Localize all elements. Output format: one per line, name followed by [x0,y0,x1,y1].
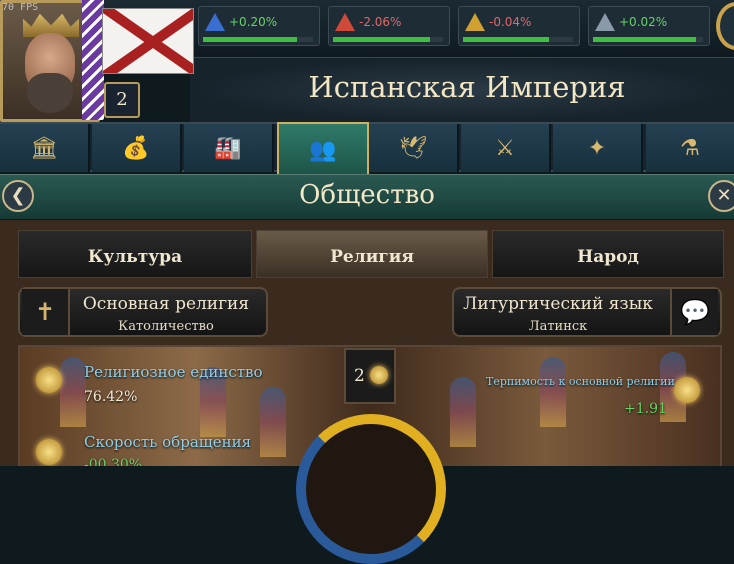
tab-economy[interactable]: 💰 [92,124,182,172]
holy-site-icon [370,366,388,384]
blue-pyramid-icon [205,13,225,31]
gold-pyramid-icon [465,13,485,31]
speech-bubble-icon: 💬 [670,289,718,335]
main-religion-value: Католичество [118,319,214,334]
chevron-left-icon: ❮ [10,185,26,206]
stained-glass-window [60,357,86,427]
military-icon: ⚔ [495,135,515,161]
tab-diplomacy[interactable]: 🕊 [369,124,459,172]
close-button[interactable]: ✕ [708,180,734,212]
country-name: Испанская Империя [308,70,626,104]
production-icon: 🏭 [214,135,242,161]
society-subtabs: Культура Религия Народ [18,230,724,278]
fps-counter: 70 FPS [2,2,39,13]
stat-widget-1[interactable]: +0.20% [198,6,320,46]
stat-widget-2[interactable]: -2.06% [328,6,450,46]
stained-glass-window [260,387,286,457]
conversion-speed-icon [36,439,62,465]
tab-religion[interactable]: Религия [256,230,488,278]
diplomacy-icon: 🕊 [399,135,427,161]
tab-exploration[interactable]: ✦ [553,124,643,172]
stat-progress-bar [593,37,703,42]
religious-unity-label: Религиозное единство [84,363,263,381]
royal-banner-decoration [82,0,104,120]
section-title: Общество [299,180,435,210]
ruler-beard [27,73,73,113]
stained-glass-window [450,377,476,447]
close-icon: ✕ [716,185,732,206]
main-nav-tabs: 🏛 💰 🏭 👥 🕊 ⚔ ✦ ⚗ [0,122,734,178]
religion-distribution-ring[interactable] [296,414,446,564]
stat-value: +0.20% [229,15,278,29]
stat-progress-bar [463,37,573,42]
ruler-rank-badge[interactable]: 2 [104,82,140,118]
tools-pyramid-icon [595,13,615,31]
potion-icon: ⚗ [680,135,700,161]
tab-technology[interactable]: ⚗ [646,124,734,172]
stat-value: -0.04% [489,15,532,29]
tab-military[interactable]: ⚔ [461,124,551,172]
stat-progress-bar [333,37,443,42]
stained-glass-window [540,357,566,427]
red-pyramid-icon [335,13,355,31]
liturgical-language-button[interactable]: Литургический язык Латинск 💬 [452,287,722,337]
conversion-speed-label: Скорость обращения [84,433,252,451]
stat-widget-3[interactable]: -0.04% [458,6,580,46]
main-religion-label: Основная религия [82,294,250,314]
tolerance-label: Терпимость к основной религии [486,375,675,388]
tolerance-icon [674,377,700,403]
tab-society[interactable]: 👥 [277,122,369,178]
holy-sites-counter[interactable]: 2 [344,348,396,404]
stat-progress-fill [463,37,549,42]
tolerance-value: +1.91 [624,401,667,417]
government-icon: 🏛 [30,135,58,161]
tab-production[interactable]: 🏭 [184,124,274,172]
stat-widget-4[interactable]: +0.02% [588,6,710,46]
back-button[interactable]: ❮ [2,180,34,212]
tab-people[interactable]: Народ [492,230,724,278]
holy-sites-count: 2 [354,366,365,386]
country-flag[interactable] [102,8,194,74]
economy-icon: 💰 [122,135,150,161]
religious-unity-icon [36,367,62,393]
tab-government[interactable]: 🏛 [0,124,90,172]
stat-progress-fill [333,37,430,42]
religious-unity-value: 76.42% [84,389,138,405]
stat-value: +0.02% [619,15,668,29]
stat-progress-fill [203,37,297,42]
stat-value: -2.06% [359,15,402,29]
society-icon: 👥 [309,137,337,163]
main-religion-button[interactable]: ✝ Основная религия Католичество [18,287,268,337]
stat-progress-bar [203,37,313,42]
stat-progress-fill [593,37,697,42]
exploration-icon: ✦ [587,135,607,161]
tab-culture[interactable]: Культура [18,230,252,278]
conversion-speed-value: -00.30% [84,457,143,466]
